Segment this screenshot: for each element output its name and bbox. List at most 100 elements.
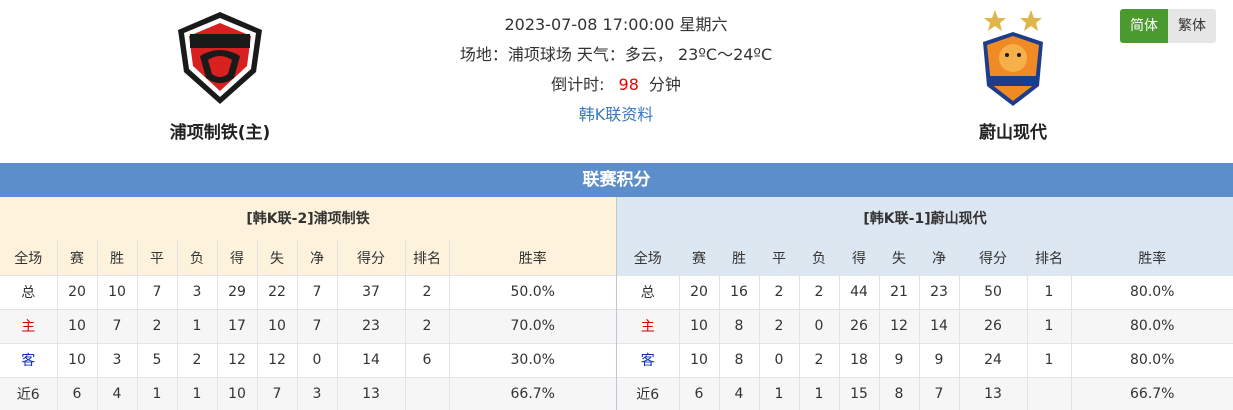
cell: 5 — [137, 343, 178, 378]
cell: 20 — [679, 275, 720, 310]
cell: 30.0% — [449, 343, 616, 378]
column-header: 负 — [799, 241, 840, 276]
countdown-unit: 分钟 — [648, 75, 681, 94]
cell: 6 — [679, 377, 720, 410]
cell: 24 — [959, 343, 1028, 378]
column-header: 得 — [217, 241, 258, 276]
cell: 1 — [1027, 309, 1072, 344]
table-row: 客 10 8 0 2 18 9 9 24 1 80.0% — [617, 343, 1233, 378]
league-info-link[interactable]: 韩K联资料 — [579, 105, 654, 124]
cell: 22 — [257, 275, 298, 310]
cell: 13 — [337, 377, 406, 410]
cell: 1 — [759, 377, 800, 410]
row-label: 客 — [617, 343, 680, 378]
cell: 2 — [759, 309, 800, 344]
cell: 10 — [217, 377, 258, 410]
table-header-row: 全场 赛 胜 平 负 得 失 净 得分 排名 胜率 — [0, 241, 616, 276]
cell: 3 — [177, 275, 218, 310]
cell: 1 — [1027, 275, 1072, 310]
column-header: 平 — [759, 241, 800, 276]
column-header: 净 — [919, 241, 960, 276]
cell: 12 — [257, 343, 298, 378]
home-standings-table: 全场 赛 胜 平 负 得 失 净 得分 排名 胜率 总 20 10 7 3 29… — [0, 241, 616, 410]
row-label: 近6 — [0, 377, 58, 410]
away-standings-panel: [韩K联-1]蔚山现代 全场 赛 胜 平 负 得 失 净 得分 排名 胜率 总 … — [616, 197, 1233, 410]
cell: 4 — [719, 377, 760, 410]
standings: [韩K联-2]浦项制铁 全场 赛 胜 平 负 得 失 净 得分 排名 胜率 总 … — [0, 197, 1233, 410]
cell: 16 — [719, 275, 760, 310]
row-label: 主 — [0, 309, 58, 344]
cell: 18 — [839, 343, 880, 378]
countdown-label: 倒计时: — [551, 75, 605, 94]
cell: 9 — [919, 343, 960, 378]
cell: 26 — [959, 309, 1028, 344]
table-row: 总 20 10 7 3 29 22 7 37 2 50.0% — [0, 275, 616, 310]
cell: 10 — [57, 309, 98, 344]
column-header: 排名 — [405, 241, 450, 276]
row-label: 总 — [0, 275, 58, 310]
cell: 2 — [759, 275, 800, 310]
cell: 70.0% — [449, 309, 616, 344]
table-row: 总 20 16 2 2 44 21 23 50 1 80.0% — [617, 275, 1233, 310]
home-team: 浦项制铁(主) — [100, 0, 340, 143]
column-header: 负 — [177, 241, 218, 276]
cell: 2 — [177, 343, 218, 378]
column-header: 胜 — [719, 241, 760, 276]
simplified-chinese-button[interactable]: 简体 — [1120, 9, 1168, 43]
cell: 2 — [799, 275, 840, 310]
match-info: 2023-07-08 17:00:00 星期六 场地：浦项球场 天气：多云， 2… — [400, 12, 832, 132]
cell: 7 — [297, 275, 338, 310]
away-team: 蔚山现代 — [893, 0, 1133, 143]
cell: 14 — [919, 309, 960, 344]
home-team-name: 浦项制铁(主) — [169, 123, 271, 143]
cell: 66.7% — [449, 377, 616, 410]
column-header: 赛 — [57, 241, 98, 276]
cell: 20 — [57, 275, 98, 310]
cell: 80.0% — [1071, 309, 1233, 344]
cell: 23 — [337, 309, 406, 344]
row-label: 客 — [0, 343, 58, 378]
cell: 8 — [719, 309, 760, 344]
table-header-row: 全场 赛 胜 平 负 得 失 净 得分 排名 胜率 — [617, 241, 1233, 276]
match-countdown: 倒计时: 98 分钟 — [400, 72, 832, 102]
ulsan-hyundai-logo-icon — [983, 10, 1043, 106]
cell: 7 — [297, 309, 338, 344]
column-header: 失 — [879, 241, 920, 276]
cell: 7 — [137, 275, 178, 310]
cell: 7 — [257, 377, 298, 410]
column-header: 得分 — [959, 241, 1028, 276]
table-row: 主 10 7 2 1 17 10 7 23 2 70.0% — [0, 309, 616, 344]
cell: 1 — [1027, 343, 1072, 378]
traditional-chinese-button[interactable]: 繁体 — [1168, 9, 1216, 43]
cell: 44 — [839, 275, 880, 310]
cell: 0 — [297, 343, 338, 378]
cell: 7 — [919, 377, 960, 410]
cell: 4 — [97, 377, 138, 410]
column-header: 胜 — [97, 241, 138, 276]
cell: 10 — [257, 309, 298, 344]
cell: 80.0% — [1071, 275, 1233, 310]
countdown-value: 98 — [618, 75, 639, 94]
away-standings-title: [韩K联-1]蔚山现代 — [617, 197, 1233, 241]
cell: 12 — [879, 309, 920, 344]
cell: 13 — [959, 377, 1028, 410]
table-row: 客 10 3 5 2 12 12 0 14 6 30.0% — [0, 343, 616, 378]
column-header: 得 — [839, 241, 880, 276]
cell: 0 — [759, 343, 800, 378]
cell: 80.0% — [1071, 343, 1233, 378]
cell: 14 — [337, 343, 406, 378]
cell: 29 — [217, 275, 258, 310]
cell: 37 — [337, 275, 406, 310]
row-label: 主 — [617, 309, 680, 344]
column-header: 胜率 — [449, 241, 616, 276]
column-header: 得分 — [337, 241, 406, 276]
cell: 1 — [137, 377, 178, 410]
cell: 10 — [679, 309, 720, 344]
section-title-standings: 联赛积分 — [0, 163, 1233, 197]
cell: 3 — [97, 343, 138, 378]
cell: 2 — [405, 309, 450, 344]
away-standings-table: 全场 赛 胜 平 负 得 失 净 得分 排名 胜率 总 20 16 2 2 44… — [617, 241, 1233, 410]
cell: 9 — [879, 343, 920, 378]
cell: 23 — [919, 275, 960, 310]
cell: 1 — [177, 309, 218, 344]
